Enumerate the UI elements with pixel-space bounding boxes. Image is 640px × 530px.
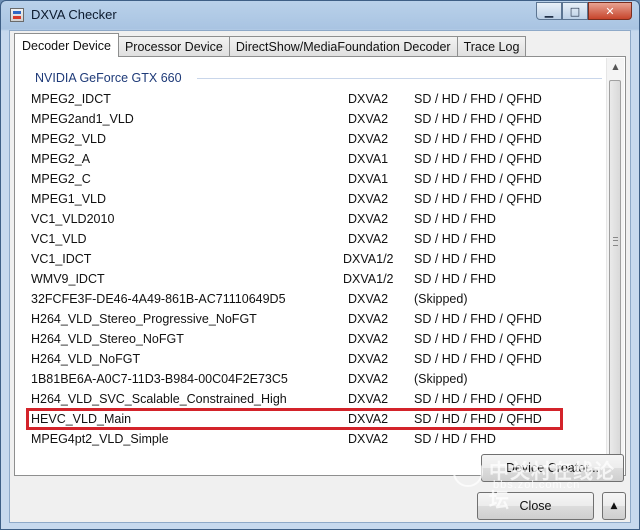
window-title: DXVA Checker xyxy=(31,7,117,22)
grip-icon xyxy=(613,237,618,246)
decoder-device-panel: NVIDIA GeForce GTX 660 MPEG2_IDCT DXVA2 SD… xyxy=(14,56,626,476)
decoder-resolutions: SD / HD / FHD xyxy=(414,212,496,226)
decoder-api: DXVA2 xyxy=(347,192,389,206)
decoder-api: DXVA2 xyxy=(347,292,389,306)
minimize-button[interactable]: ▁ xyxy=(536,2,562,20)
decoder-row[interactable]: H264_VLD_SVC_Scalable_Constrained_High DX… xyxy=(19,389,607,409)
scroll-up-icon[interactable]: ▲ xyxy=(607,58,624,75)
decoder-api: DXVA2 xyxy=(347,312,389,326)
tab-processor-device[interactable]: Processor Device xyxy=(117,36,230,56)
decoder-row[interactable]: MPEG1_VLD DXVA2 SD / HD / FHD / QFHD xyxy=(19,189,607,209)
decoder-resolutions: SD / HD / FHD / QFHD xyxy=(414,332,542,346)
vertical-scrollbar[interactable]: ▲ ▼ xyxy=(606,58,624,474)
decoder-name: MPEG1_VLD xyxy=(31,192,107,206)
decoder-row[interactable]: MPEG2_VLD DXVA2 SD / HD / FHD / QFHD xyxy=(19,129,607,149)
decoder-name: 32FCFE3F-DE46-4A49-861B-AC71110649D5 xyxy=(31,292,286,306)
decoder-name: MPEG2_VLD xyxy=(31,132,107,146)
decoder-row[interactable]: H264_VLD_Stereo_Progressive_NoFGT DXVA2 SD… xyxy=(19,309,607,329)
decoder-name: 1B81BE6A-A0C7-11D3-B984-00C04F2E73C5 xyxy=(31,372,288,386)
decoder-row[interactable]: 1B81BE6A-A0C7-11D3-B984-00C04F2E73C5 DXVA… xyxy=(19,369,607,389)
gpu-group-header: NVIDIA GeForce GTX 660 xyxy=(35,71,182,85)
decoder-api: DXVA2 xyxy=(347,92,389,106)
decoder-name: H264_VLD_SVC_Scalable_Constrained_High xyxy=(31,392,287,406)
client-area: Decoder Device Processor Device DirectSh… xyxy=(9,30,631,523)
decoder-resolutions: SD / HD / FHD / QFHD xyxy=(414,92,542,106)
tab-strip: Decoder Device Processor Device DirectSh… xyxy=(14,33,527,57)
decoder-list[interactable]: NVIDIA GeForce GTX 660 MPEG2_IDCT DXVA2 SD… xyxy=(19,63,607,472)
decoder-resolutions: (Skipped) xyxy=(414,292,468,306)
decoder-api: DXVA2 xyxy=(347,372,389,386)
app-icon xyxy=(10,8,24,22)
scroll-thumb[interactable] xyxy=(609,80,621,468)
decoder-name: VC1_VLD2010 xyxy=(31,212,115,226)
decoder-resolutions: SD / HD / FHD xyxy=(414,232,496,246)
decoder-resolutions: SD / HD / FHD / QFHD xyxy=(414,312,542,326)
decoder-api: DXVA2 xyxy=(347,432,389,446)
decoder-name: WMV9_IDCT xyxy=(31,272,105,286)
decoder-row[interactable]: WMV9_IDCT DXVA1/2 SD / HD / FHD xyxy=(19,269,607,289)
collapse-button[interactable]: ▲ xyxy=(602,492,626,520)
decoder-name: VC1_IDCT xyxy=(31,252,92,266)
decoder-resolutions: SD / HD / FHD xyxy=(414,252,496,266)
decoder-resolutions: SD / HD / FHD / QFHD xyxy=(414,152,542,166)
close-button[interactable]: Close xyxy=(477,492,594,520)
decoder-api: DXVA2 xyxy=(347,352,389,366)
group-divider xyxy=(197,78,602,79)
decoder-resolutions: SD / HD / FHD xyxy=(414,272,496,286)
decoder-name: H264_VLD_NoFGT xyxy=(31,352,141,366)
decoder-api: DXVA1 xyxy=(347,172,389,186)
decoder-name: H264_VLD_Stereo_Progressive_NoFGT xyxy=(31,312,257,326)
decoder-row[interactable]: MPEG2_A DXVA1 SD / HD / FHD / QFHD xyxy=(19,149,607,169)
dxva-checker-window: DXVA Checker ▁ □ ✕ Decoder Device Proces… xyxy=(0,0,640,530)
decoder-row[interactable]: MPEG2_IDCT DXVA2 SD / HD / FHD / QFHD xyxy=(19,89,607,109)
highlight-box xyxy=(26,408,563,430)
maximize-button[interactable]: □ xyxy=(562,2,588,20)
decoder-resolutions: SD / HD / FHD / QFHD xyxy=(414,392,542,406)
decoder-api: DXVA1/2 xyxy=(343,252,394,266)
decoder-row[interactable]: VC1_VLD DXVA2 SD / HD / FHD xyxy=(19,229,607,249)
tab-trace-log[interactable]: Trace Log xyxy=(456,36,527,56)
decoder-name: MPEG2_C xyxy=(31,172,91,186)
close-window-button[interactable]: ✕ xyxy=(588,2,632,20)
title-bar[interactable]: DXVA Checker ▁ □ ✕ xyxy=(1,1,639,29)
decoder-row[interactable]: H264_VLD_Stereo_NoFGT DXVA2 SD / HD / FHD … xyxy=(19,329,607,349)
tab-decoder-device[interactable]: Decoder Device xyxy=(14,33,119,57)
tab-directshow-mediafoundation-decoder[interactable]: DirectShow/MediaFoundation Decoder xyxy=(228,36,458,56)
decoder-resolutions: SD / HD / FHD / QFHD xyxy=(414,192,542,206)
decoder-resolutions: SD / HD / FHD / QFHD xyxy=(414,132,542,146)
decoder-resolutions: SD / HD / FHD / QFHD xyxy=(414,352,542,366)
decoder-name: MPEG2and1_VLD xyxy=(31,112,134,126)
decoder-api: DXVA1 xyxy=(347,152,389,166)
decoder-api: DXVA2 xyxy=(347,112,389,126)
decoder-row[interactable]: 32FCFE3F-DE46-4A49-861B-AC71110649D5 DXVA… xyxy=(19,289,607,309)
decoder-resolutions: SD / HD / FHD / QFHD xyxy=(414,172,542,186)
window-controls: ▁ □ ✕ xyxy=(536,2,632,22)
decoder-name: MPEG4pt2_VLD_Simple xyxy=(31,432,169,446)
decoder-row[interactable]: MPEG2and1_VLD DXVA2 SD / HD / FHD / QFHD xyxy=(19,109,607,129)
decoder-name: H264_VLD_Stereo_NoFGT xyxy=(31,332,184,346)
decoder-row[interactable]: MPEG4pt2_VLD_Simple DXVA2 SD / HD / FHD xyxy=(19,429,607,449)
decoder-name: MPEG2_A xyxy=(31,152,91,166)
decoder-api: DXVA2 xyxy=(347,392,389,406)
decoder-row[interactable]: VC1_VLD2010 DXVA2 SD / HD / FHD xyxy=(19,209,607,229)
decoder-name: VC1_VLD xyxy=(31,232,87,246)
decoder-row[interactable]: MPEG2_C DXVA1 SD / HD / FHD / QFHD xyxy=(19,169,607,189)
decoder-resolutions: (Skipped) xyxy=(414,372,468,386)
device-creator-button[interactable]: Device Creator... xyxy=(481,454,624,482)
decoder-api: DXVA2 xyxy=(347,212,389,226)
decoder-api: DXVA2 xyxy=(347,132,389,146)
decoder-api: DXVA2 xyxy=(347,232,389,246)
decoder-name: MPEG2_IDCT xyxy=(31,92,111,106)
decoder-api: DXVA2 xyxy=(347,332,389,346)
decoder-resolutions: SD / HD / FHD / QFHD xyxy=(414,112,542,126)
decoder-row[interactable]: H264_VLD_NoFGT DXVA2 SD / HD / FHD / QFHD xyxy=(19,349,607,369)
decoder-resolutions: SD / HD / FHD xyxy=(414,432,496,446)
decoder-row[interactable]: VC1_IDCT DXVA1/2 SD / HD / FHD xyxy=(19,249,607,269)
decoder-api: DXVA1/2 xyxy=(343,272,394,286)
